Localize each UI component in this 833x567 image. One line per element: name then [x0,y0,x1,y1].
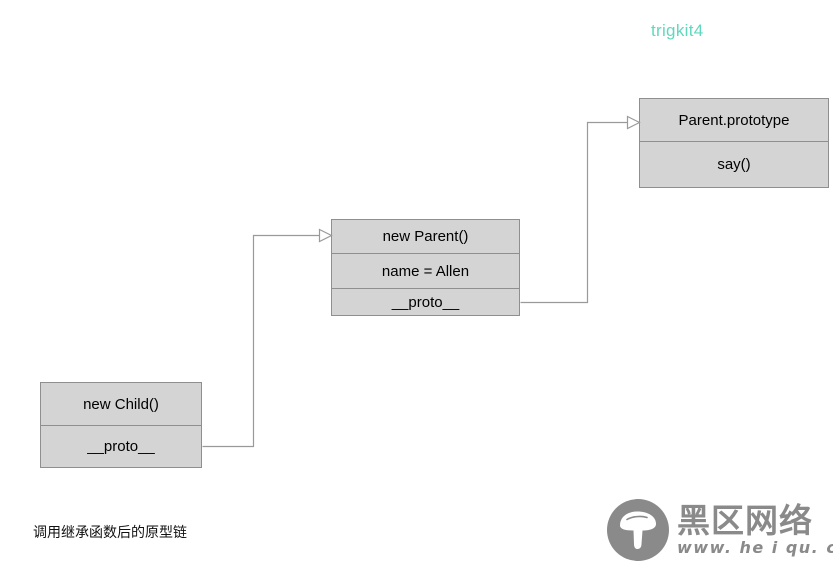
arrowhead-to-parent-prototype [626,115,641,130]
node-new-parent-member-proto: __proto__ [332,288,519,315]
site-watermark-wordmark: 黑区网络 www. he i qu. com [677,504,833,556]
node-new-parent-title: new Parent() [382,228,469,245]
site-watermark-url: www. he i qu. com [677,538,833,557]
author-watermark: trigkit4 [651,21,704,40]
node-parent-prototype-title: Parent.prototype [678,111,790,129]
diagram-caption: 调用继承函数后的原型链 [33,525,187,541]
node-parent-prototype-member-say: say() [640,141,828,187]
site-watermark-name: 黑区网络 [677,501,813,540]
node-new-child-member-proto: __proto__ [41,425,201,467]
diagram-canvas: trigkit4 Parent.prototype say() new Pare… [0,0,833,567]
node-new-child-title: new Child() [83,395,159,413]
mushroom-icon [607,499,669,561]
edge-parent-proto-to-prototype [520,115,641,304]
node-new-parent: new Parent() name = Allen __proto__ [331,219,520,316]
node-new-child: new Child() __proto__ [40,382,202,468]
site-watermark: 黑区网络 www. he i qu. com [607,497,833,563]
node-new-parent-member-name: name = Allen [332,253,519,288]
edge-child-proto-to-parent [202,228,333,448]
arrowhead-to-new-parent [318,228,333,243]
node-parent-prototype: Parent.prototype say() [639,98,829,188]
